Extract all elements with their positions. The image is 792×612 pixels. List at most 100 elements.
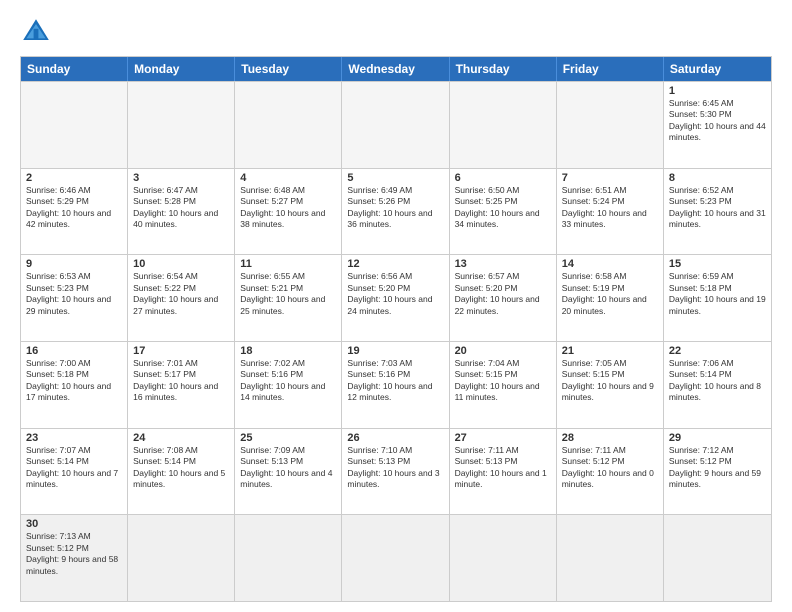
cell-info: Sunrise: 7:05 AM Sunset: 5:15 PM Dayligh… [562,358,658,404]
calendar-cell [450,515,557,601]
calendar-cell: 22Sunrise: 7:06 AM Sunset: 5:14 PM Dayli… [664,342,771,428]
calendar-row-2: 9Sunrise: 6:53 AM Sunset: 5:23 PM Daylig… [21,254,771,341]
day-number: 19 [347,345,443,357]
day-number: 8 [669,172,766,184]
calendar-cell: 5Sunrise: 6:49 AM Sunset: 5:26 PM Daylig… [342,169,449,255]
day-number: 13 [455,258,551,270]
day-number: 25 [240,432,336,444]
calendar-cell: 26Sunrise: 7:10 AM Sunset: 5:13 PM Dayli… [342,429,449,515]
day-number: 26 [347,432,443,444]
calendar: SundayMondayTuesdayWednesdayThursdayFrid… [20,56,772,602]
day-number: 16 [26,345,122,357]
day-number: 22 [669,345,766,357]
day-number: 21 [562,345,658,357]
cell-info: Sunrise: 6:54 AM Sunset: 5:22 PM Dayligh… [133,271,229,317]
calendar-cell: 30Sunrise: 7:13 AM Sunset: 5:12 PM Dayli… [21,515,128,601]
cell-info: Sunrise: 7:11 AM Sunset: 5:13 PM Dayligh… [455,445,551,491]
calendar-cell: 27Sunrise: 7:11 AM Sunset: 5:13 PM Dayli… [450,429,557,515]
cell-info: Sunrise: 6:59 AM Sunset: 5:18 PM Dayligh… [669,271,766,317]
cell-info: Sunrise: 7:02 AM Sunset: 5:16 PM Dayligh… [240,358,336,404]
day-number: 20 [455,345,551,357]
logo [20,16,56,48]
cell-info: Sunrise: 7:01 AM Sunset: 5:17 PM Dayligh… [133,358,229,404]
cell-info: Sunrise: 6:47 AM Sunset: 5:28 PM Dayligh… [133,185,229,231]
calendar-cell [557,515,664,601]
cell-info: Sunrise: 7:03 AM Sunset: 5:16 PM Dayligh… [347,358,443,404]
cell-info: Sunrise: 7:12 AM Sunset: 5:12 PM Dayligh… [669,445,766,491]
calendar-body: 1Sunrise: 6:45 AM Sunset: 5:30 PM Daylig… [21,81,771,601]
header-day-tuesday: Tuesday [235,57,342,81]
header [20,16,772,48]
cell-info: Sunrise: 7:00 AM Sunset: 5:18 PM Dayligh… [26,358,122,404]
cell-info: Sunrise: 6:58 AM Sunset: 5:19 PM Dayligh… [562,271,658,317]
day-number: 24 [133,432,229,444]
calendar-row-1: 2Sunrise: 6:46 AM Sunset: 5:29 PM Daylig… [21,168,771,255]
header-day-sunday: Sunday [21,57,128,81]
day-number: 3 [133,172,229,184]
cell-info: Sunrise: 7:11 AM Sunset: 5:12 PM Dayligh… [562,445,658,491]
day-number: 30 [26,518,122,530]
cell-info: Sunrise: 7:08 AM Sunset: 5:14 PM Dayligh… [133,445,229,491]
day-number: 6 [455,172,551,184]
day-number: 1 [669,85,766,97]
day-number: 11 [240,258,336,270]
day-number: 9 [26,258,122,270]
calendar-cell: 4Sunrise: 6:48 AM Sunset: 5:27 PM Daylig… [235,169,342,255]
calendar-cell: 25Sunrise: 7:09 AM Sunset: 5:13 PM Dayli… [235,429,342,515]
calendar-cell: 7Sunrise: 6:51 AM Sunset: 5:24 PM Daylig… [557,169,664,255]
calendar-cell: 18Sunrise: 7:02 AM Sunset: 5:16 PM Dayli… [235,342,342,428]
calendar-header: SundayMondayTuesdayWednesdayThursdayFrid… [21,57,771,81]
calendar-cell: 16Sunrise: 7:00 AM Sunset: 5:18 PM Dayli… [21,342,128,428]
header-day-thursday: Thursday [450,57,557,81]
cell-info: Sunrise: 6:52 AM Sunset: 5:23 PM Dayligh… [669,185,766,231]
header-day-monday: Monday [128,57,235,81]
calendar-cell: 3Sunrise: 6:47 AM Sunset: 5:28 PM Daylig… [128,169,235,255]
cell-info: Sunrise: 7:10 AM Sunset: 5:13 PM Dayligh… [347,445,443,491]
calendar-cell [235,82,342,168]
calendar-cell: 10Sunrise: 6:54 AM Sunset: 5:22 PM Dayli… [128,255,235,341]
day-number: 12 [347,258,443,270]
day-number: 29 [669,432,766,444]
calendar-row-0: 1Sunrise: 6:45 AM Sunset: 5:30 PM Daylig… [21,81,771,168]
cell-info: Sunrise: 7:13 AM Sunset: 5:12 PM Dayligh… [26,531,122,577]
calendar-cell: 1Sunrise: 6:45 AM Sunset: 5:30 PM Daylig… [664,82,771,168]
day-number: 17 [133,345,229,357]
calendar-cell: 2Sunrise: 6:46 AM Sunset: 5:29 PM Daylig… [21,169,128,255]
cell-info: Sunrise: 6:46 AM Sunset: 5:29 PM Dayligh… [26,185,122,231]
calendar-cell: 15Sunrise: 6:59 AM Sunset: 5:18 PM Dayli… [664,255,771,341]
calendar-row-4: 23Sunrise: 7:07 AM Sunset: 5:14 PM Dayli… [21,428,771,515]
header-day-saturday: Saturday [664,57,771,81]
calendar-cell [128,82,235,168]
day-number: 23 [26,432,122,444]
calendar-cell [557,82,664,168]
cell-info: Sunrise: 7:04 AM Sunset: 5:15 PM Dayligh… [455,358,551,404]
cell-info: Sunrise: 7:09 AM Sunset: 5:13 PM Dayligh… [240,445,336,491]
calendar-row-5: 30Sunrise: 7:13 AM Sunset: 5:12 PM Dayli… [21,514,771,601]
cell-info: Sunrise: 6:50 AM Sunset: 5:25 PM Dayligh… [455,185,551,231]
cell-info: Sunrise: 7:07 AM Sunset: 5:14 PM Dayligh… [26,445,122,491]
calendar-cell [235,515,342,601]
calendar-cell: 19Sunrise: 7:03 AM Sunset: 5:16 PM Dayli… [342,342,449,428]
day-number: 10 [133,258,229,270]
calendar-cell: 12Sunrise: 6:56 AM Sunset: 5:20 PM Dayli… [342,255,449,341]
calendar-cell [21,82,128,168]
calendar-cell: 20Sunrise: 7:04 AM Sunset: 5:15 PM Dayli… [450,342,557,428]
day-number: 2 [26,172,122,184]
calendar-cell: 6Sunrise: 6:50 AM Sunset: 5:25 PM Daylig… [450,169,557,255]
day-number: 5 [347,172,443,184]
calendar-cell: 21Sunrise: 7:05 AM Sunset: 5:15 PM Dayli… [557,342,664,428]
calendar-cell [664,515,771,601]
cell-info: Sunrise: 6:53 AM Sunset: 5:23 PM Dayligh… [26,271,122,317]
calendar-cell: 9Sunrise: 6:53 AM Sunset: 5:23 PM Daylig… [21,255,128,341]
day-number: 7 [562,172,658,184]
calendar-cell: 29Sunrise: 7:12 AM Sunset: 5:12 PM Dayli… [664,429,771,515]
calendar-cell [450,82,557,168]
calendar-cell: 13Sunrise: 6:57 AM Sunset: 5:20 PM Dayli… [450,255,557,341]
day-number: 4 [240,172,336,184]
calendar-cell [128,515,235,601]
calendar-cell: 14Sunrise: 6:58 AM Sunset: 5:19 PM Dayli… [557,255,664,341]
cell-info: Sunrise: 6:56 AM Sunset: 5:20 PM Dayligh… [347,271,443,317]
day-number: 15 [669,258,766,270]
calendar-cell: 8Sunrise: 6:52 AM Sunset: 5:23 PM Daylig… [664,169,771,255]
calendar-cell: 24Sunrise: 7:08 AM Sunset: 5:14 PM Dayli… [128,429,235,515]
